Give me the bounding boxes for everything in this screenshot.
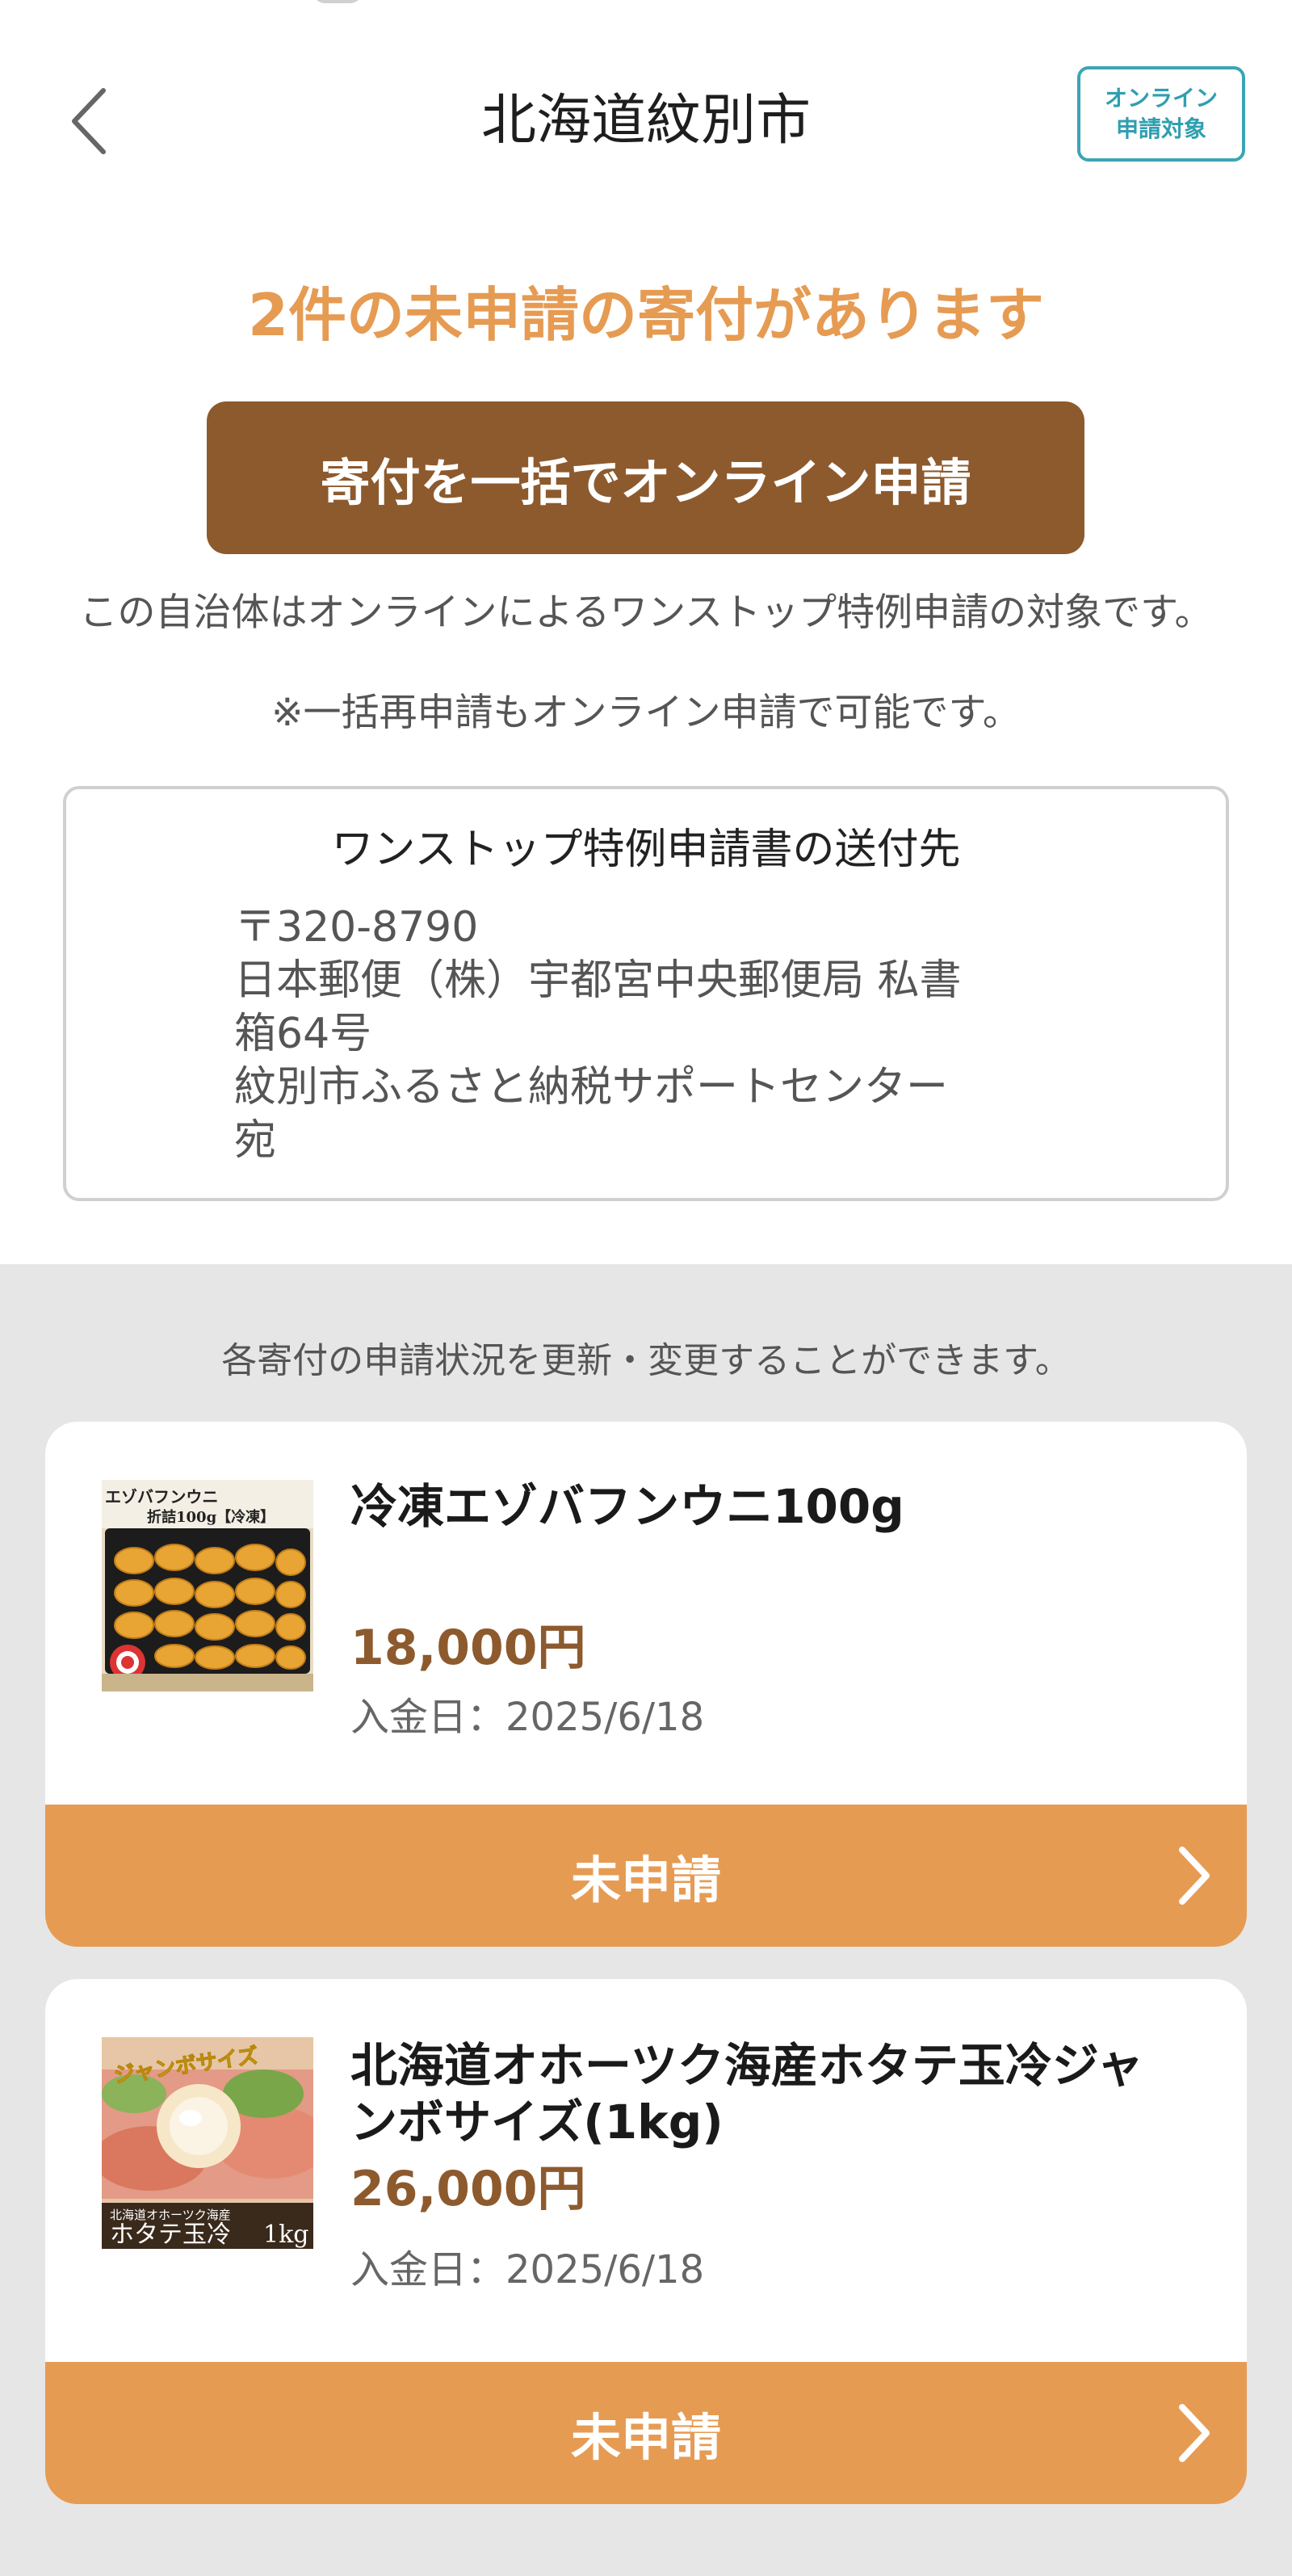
pending-donations-alert: 2件の未申請の寄付があります xyxy=(247,281,1045,349)
product-thumbnail: エゾバフンウニ 折詰100g【冷凍】 xyxy=(102,1480,313,1691)
donation-card: ジャンボサイズ 北海道オホーツク海産 ホタテ玉冷 1kg 北海道オホーツク海産ホ… xyxy=(45,1979,1247,2504)
mailing-address-box: ワンストップ特例申請書の送付先 〒320-8790 日本郵便（株）宇都宮中央郵便… xyxy=(63,786,1229,1201)
application-status-button[interactable]: 未申請 xyxy=(45,1805,1247,1947)
item-name: 北海道オホーツク海産ホタテ玉冷ジャンボサイズ(1kg) xyxy=(350,2038,1143,2149)
donation-card: エゾバフンウニ 折詰100g【冷凍】 冷凍エゾバフンウニ100g 18,000円… xyxy=(45,1422,1247,1947)
thumb-caption: エゾバフンウニ xyxy=(105,1487,218,1507)
thumb-caption: ホタテ玉冷 xyxy=(110,2221,231,2249)
header-bar: 北海道紋別市 オンライン 申請対象 xyxy=(0,48,1292,178)
eligibility-description: この自治体はオンラインによるワンストップ特例申請の対象です。 xyxy=(79,590,1213,635)
paid-date-label: 入金日： xyxy=(350,1695,506,1740)
thumb-caption: 1kg xyxy=(263,2221,308,2249)
chevron-right-icon xyxy=(1179,1847,1210,1905)
online-application-badge: オンライン 申請対象 xyxy=(1077,66,1245,162)
address-line: 紋別市ふるさと納税サポートセンター xyxy=(234,1063,949,1112)
thumb-caption: 折詰100g【冷凍】 xyxy=(147,1508,275,1526)
badge-line-2: 申請対象 xyxy=(1115,116,1206,142)
paid-date-row: 入金日：2025/6/18 xyxy=(350,1691,704,1743)
reapply-note: ※一括再申請もオンライン申請で可能です。 xyxy=(271,691,1021,735)
address-title: ワンストップ特例申請書の送付先 xyxy=(331,826,961,874)
item-price: 18,000円 xyxy=(350,1620,586,1676)
chevron-right-icon xyxy=(1179,2404,1210,2462)
address-line: 箱64号 xyxy=(234,1010,372,1058)
paid-date-label: 入金日： xyxy=(350,2247,506,2292)
paid-date-value: 2025/6/18 xyxy=(505,1695,705,1740)
status-bar-fragment xyxy=(313,0,362,3)
bulk-online-apply-button[interactable]: 寄付を一括でオンライン申請 xyxy=(207,401,1084,554)
status-label: 未申請 xyxy=(570,1851,721,1910)
paid-date-value: 2025/6/18 xyxy=(505,2247,705,2292)
status-label: 未申請 xyxy=(570,2408,721,2467)
municipality-panel: 北海道紋別市 オンライン 申請対象 2件の未申請の寄付があります 寄付を一括でオ… xyxy=(0,0,1292,1264)
donation-section-note: 各寄付の申請状況を更新・変更することができます。 xyxy=(221,1340,1071,1381)
product-thumbnail: ジャンボサイズ 北海道オホーツク海産 ホタテ玉冷 1kg xyxy=(102,2037,313,2249)
item-name: 冷凍エゾバフンウニ100g xyxy=(350,1479,904,1534)
paid-date-row: 入金日：2025/6/18 xyxy=(350,2244,704,2296)
badge-line-1: オンライン xyxy=(1104,85,1218,111)
back-button[interactable] xyxy=(57,81,121,162)
address-line: 宛 xyxy=(234,1116,277,1165)
address-lines: 〒320-8790 日本郵便（株）宇都宮中央郵便局 私書 箱64号 紋別市ふるさ… xyxy=(234,901,1122,1167)
address-line: 〒320-8790 xyxy=(234,903,479,952)
chevron-left-icon xyxy=(72,88,106,154)
application-status-button[interactable]: 未申請 xyxy=(45,2362,1247,2504)
page-title: 北海道紋別市 xyxy=(480,89,811,153)
item-price: 26,000円 xyxy=(350,2161,586,2217)
address-line: 日本郵便（株）宇都宮中央郵便局 私書 xyxy=(234,956,962,1005)
